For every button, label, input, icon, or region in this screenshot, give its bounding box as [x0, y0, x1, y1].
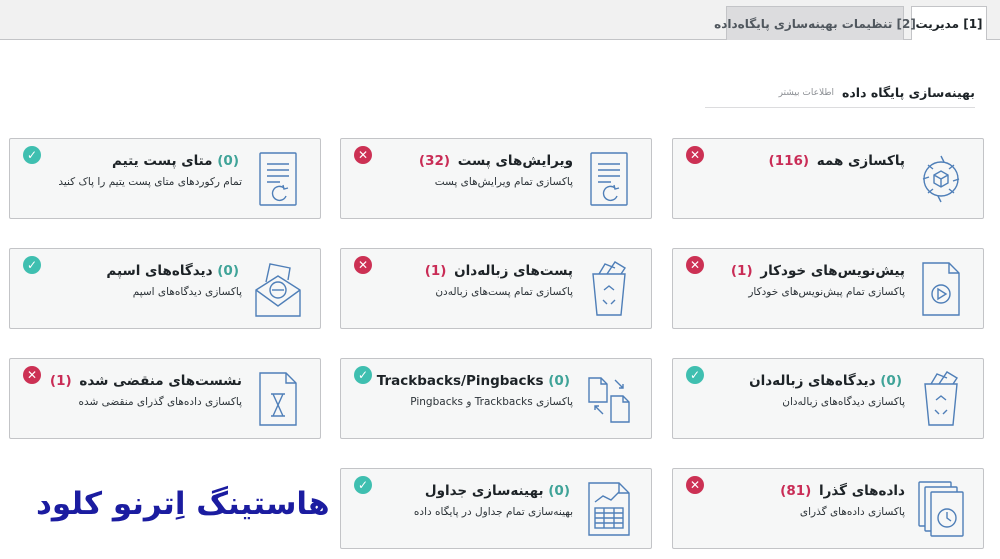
gear-cube-icon: [922, 155, 960, 203]
card-title: پاکسازی همه: [816, 153, 905, 169]
tab-management[interactable]: [1] مدیریت: [911, 6, 987, 41]
card-trashed-comments[interactable]: ✓ (0) دیدگاه‌های زباله‌دان پاکسازی دیدگا…: [672, 358, 984, 439]
card-description: تمام رکوردهای متای پست یتیم را پاک کنید: [58, 176, 242, 188]
watermark-text: هاستینگ اِترنو کلود: [36, 486, 330, 522]
card-description: پاکسازی تمام پست‌های زباله‌دن: [435, 286, 573, 298]
section-header: بهینه‌سازی پایگاه داده اطلاعات بیشتر: [705, 78, 975, 108]
card-description: پاکسازی داده‌های گذرای: [799, 506, 905, 518]
card-count: (0): [548, 373, 570, 389]
trash-bin-icon: [592, 261, 626, 316]
card-title: متای پست یتیم: [112, 153, 213, 169]
card-count: (81): [780, 483, 812, 499]
card-title: داده‌های گذرا: [818, 483, 905, 499]
card-description: پاکسازی دیدگاه‌های زباله‌دان: [782, 396, 905, 408]
card-transients[interactable]: ✕ داده‌های گذرا (81) پاکسازی داده‌های گذ…: [672, 468, 984, 549]
trash-bin-icon: [924, 371, 958, 426]
hourglass-document-icon: [259, 372, 297, 426]
tab-database-settings[interactable]: [2] تنظیمات بهینه‌سازی پایگاه‌داده: [714, 6, 916, 40]
card-title: دیدگاه‌های زباله‌دان: [749, 373, 876, 389]
card-description: بهینه‌سازی تمام جداول در پایگاه داده: [413, 506, 573, 518]
document-refresh-icon: [590, 152, 628, 206]
card-count: (0): [217, 263, 239, 279]
card-clean-all[interactable]: ✕ پاکسازی همه (116): [672, 138, 984, 219]
document-exchange-icon: [588, 377, 630, 423]
card-orphan-postmeta[interactable]: ✓ (0) متای پست یتیم تمام رکوردهای متای پ…: [9, 138, 321, 219]
card-title: پست‌های زباله‌دان: [454, 263, 573, 279]
card-description: پاکسازی تمام ویرایش‌های پست: [434, 176, 573, 188]
card-count: (0): [217, 153, 239, 169]
card-count: (32): [418, 153, 451, 169]
card-count: (0): [548, 483, 570, 499]
card-count: (116): [768, 153, 810, 169]
card-expired-transients[interactable]: ✕ نشست‌های منقضی شده (1) پاکسازی داده‌ها…: [9, 358, 321, 439]
card-count: (1): [424, 263, 447, 279]
spreadsheet-chart-icon: [588, 482, 630, 536]
card-title: ویرایش‌های پست: [457, 153, 573, 169]
card-count: (0): [880, 373, 902, 389]
card-trackbacks-pingbacks[interactable]: ✓ (0) Trackbacks/Pingbacks پاکسازی Track…: [340, 358, 652, 439]
tab-bar: [1] مدیریت [2] تنظیمات بهینه‌سازی پایگاه…: [0, 0, 1000, 41]
card-count: (1): [730, 263, 753, 279]
card-auto-drafts[interactable]: ✕ پیش‌نویس‌های خودکار (1) پاکسازی تمام پ…: [672, 248, 984, 329]
card-title: Trackbacks/Pingbacks: [376, 373, 544, 389]
document-refresh-icon: [259, 152, 297, 206]
card-title: بهینه‌سازی جداول: [424, 483, 544, 499]
card-spam-comments[interactable]: ✓ (0) دیدگاه‌های اسپم پاکسازی دیدگاه‌های…: [9, 248, 321, 329]
card-optimize-tables[interactable]: ✓ (0) بهینه‌سازی جداول بهینه‌سازی تمام ج…: [340, 468, 652, 549]
card-description: پاکسازی Trackbacks و Pingbacks: [410, 396, 573, 408]
card-title: پیش‌نویس‌های خودکار: [760, 263, 905, 279]
tab-label: [1] مدیریت: [915, 17, 983, 31]
document-play-icon: [922, 262, 960, 316]
section-title: بهینه‌سازی پایگاه داده: [842, 85, 975, 100]
card-trashed-posts[interactable]: ✕ پست‌های زباله‌دان (1) پاکسازی تمام پست…: [340, 248, 652, 329]
card-post-revisions[interactable]: ✕ ویرایش‌های پست (32) پاکسازی تمام ویرای…: [340, 138, 652, 219]
card-title: نشست‌های منقضی شده: [79, 373, 242, 389]
card-title: دیدگاه‌های اسپم: [106, 263, 213, 279]
card-description: پاکسازی داده‌های گذرای منقضی شده: [78, 396, 242, 408]
spam-envelope-icon: [255, 263, 301, 317]
tab-label: [2] تنظیمات بهینه‌سازی پایگاه‌داده: [714, 16, 916, 31]
clock-pages-icon: [918, 481, 964, 537]
more-info-link[interactable]: اطلاعات بیشتر: [779, 88, 834, 98]
card-description: پاکسازی دیدگاه‌های اسپم: [132, 286, 242, 298]
card-count: (1): [49, 373, 72, 389]
card-description: پاکسازی تمام پیش‌نویس‌های خودکار: [748, 286, 905, 298]
